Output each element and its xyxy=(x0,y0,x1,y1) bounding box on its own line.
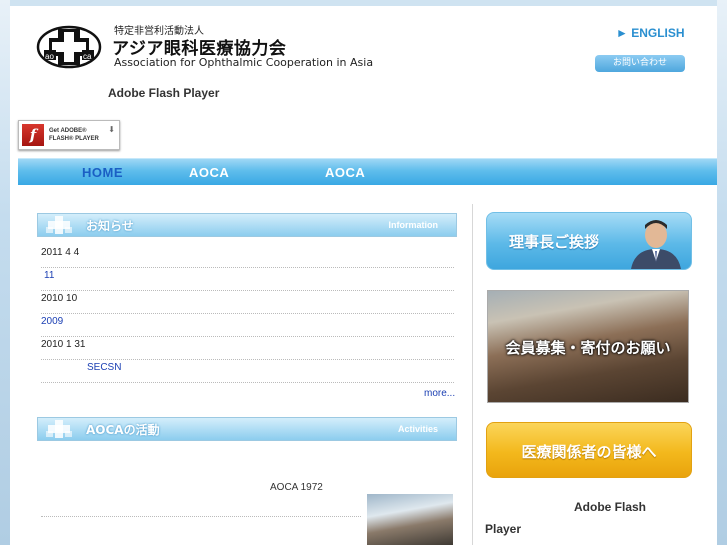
chairman-portrait xyxy=(631,220,681,269)
sidebar-flash-line2: Player xyxy=(485,522,522,536)
svg-text:ao: ao xyxy=(45,52,54,61)
flash-player-notice: Adobe Flash Player xyxy=(108,86,220,100)
activities-divider xyxy=(41,516,361,517)
aoca-mini-logo-icon xyxy=(46,216,72,234)
activities-section-header: AOCAの活動 Activities xyxy=(37,417,457,441)
news-section-title: お知らせ xyxy=(86,219,134,233)
flash-logo-icon: f xyxy=(22,124,44,146)
page-background-left xyxy=(0,0,10,545)
activities-section-title-en: Activities xyxy=(397,424,438,434)
news-item: 2010 10 xyxy=(41,291,454,314)
membership-donation-banner[interactable]: 会員募集・寄付のお願い xyxy=(487,290,689,403)
activities-section-title: AOCAの活動 xyxy=(86,423,160,437)
news-more-link[interactable]: more... xyxy=(424,388,455,399)
main-nav: HOME AOCA AOCA xyxy=(18,158,717,185)
activities-summary: AOCA 1972 xyxy=(270,482,323,493)
flash-badge-line1: Get ADOBE® xyxy=(49,128,87,134)
activities-photo[interactable] xyxy=(367,494,453,545)
news-link[interactable]: SECSN xyxy=(87,362,121,373)
medical-professionals-button[interactable]: 医療関係者の皆様へ xyxy=(486,422,692,478)
column-divider xyxy=(472,204,473,545)
news-item[interactable]: SECSN xyxy=(41,360,454,383)
news-item: 2010 1 31 xyxy=(41,337,454,360)
news-section-header: お知らせ Information xyxy=(37,213,457,237)
chairman-greeting-button[interactable]: 理事長ご挨拶 xyxy=(486,212,692,270)
contact-button[interactable]: お問い合わせ xyxy=(595,55,685,72)
news-item: 2011 4 4 xyxy=(41,245,454,268)
chairman-greeting-label: 理事長ご挨拶 xyxy=(509,233,600,251)
flash-badge-line2: FLASH® PLAYER xyxy=(49,136,99,142)
sidebar-flash-line1: Adobe Flash xyxy=(574,500,647,514)
aoca-logo[interactable]: ao ca xyxy=(36,24,102,70)
page-container: ao ca 特定非営利活動法人 アジア眼科医療協力会 Association f… xyxy=(10,6,717,545)
news-date: 2011 4 4 xyxy=(41,247,80,258)
english-link[interactable]: ► ENGLISH xyxy=(616,26,685,40)
svg-text:ca: ca xyxy=(83,52,92,61)
news-item[interactable]: 11 xyxy=(41,268,454,291)
nav-aoca-about[interactable]: AOCA xyxy=(189,165,229,180)
get-flash-player-button[interactable]: f Get ADOBE® FLASH® PLAYER ⬇ xyxy=(18,120,120,150)
news-item[interactable]: 2009 xyxy=(41,314,454,337)
news-link[interactable]: 2009 xyxy=(41,316,63,327)
org-name-english: Association for Ophthalmic Cooperation i… xyxy=(114,56,374,69)
news-section-title-en: Information xyxy=(388,220,439,230)
flash-badge-text: Get ADOBE® FLASH® PLAYER xyxy=(49,127,99,143)
sidebar-flash-notice: Adobe Flash Player xyxy=(485,496,685,540)
download-arrow-icon: ⬇ xyxy=(108,125,115,134)
news-date: 2010 1 31 xyxy=(41,339,86,350)
news-date: 2010 10 xyxy=(41,293,78,304)
membership-donation-label: 会員募集・寄付のお願い xyxy=(505,339,671,357)
news-link[interactable]: 11 xyxy=(44,270,54,281)
nav-aoca-activities[interactable]: AOCA xyxy=(325,165,365,180)
aoca-mini-logo-icon xyxy=(46,420,72,438)
medical-professionals-label: 医療関係者の皆様へ xyxy=(521,443,657,461)
nav-home[interactable]: HOME xyxy=(82,165,123,180)
page-background-right xyxy=(717,0,727,545)
